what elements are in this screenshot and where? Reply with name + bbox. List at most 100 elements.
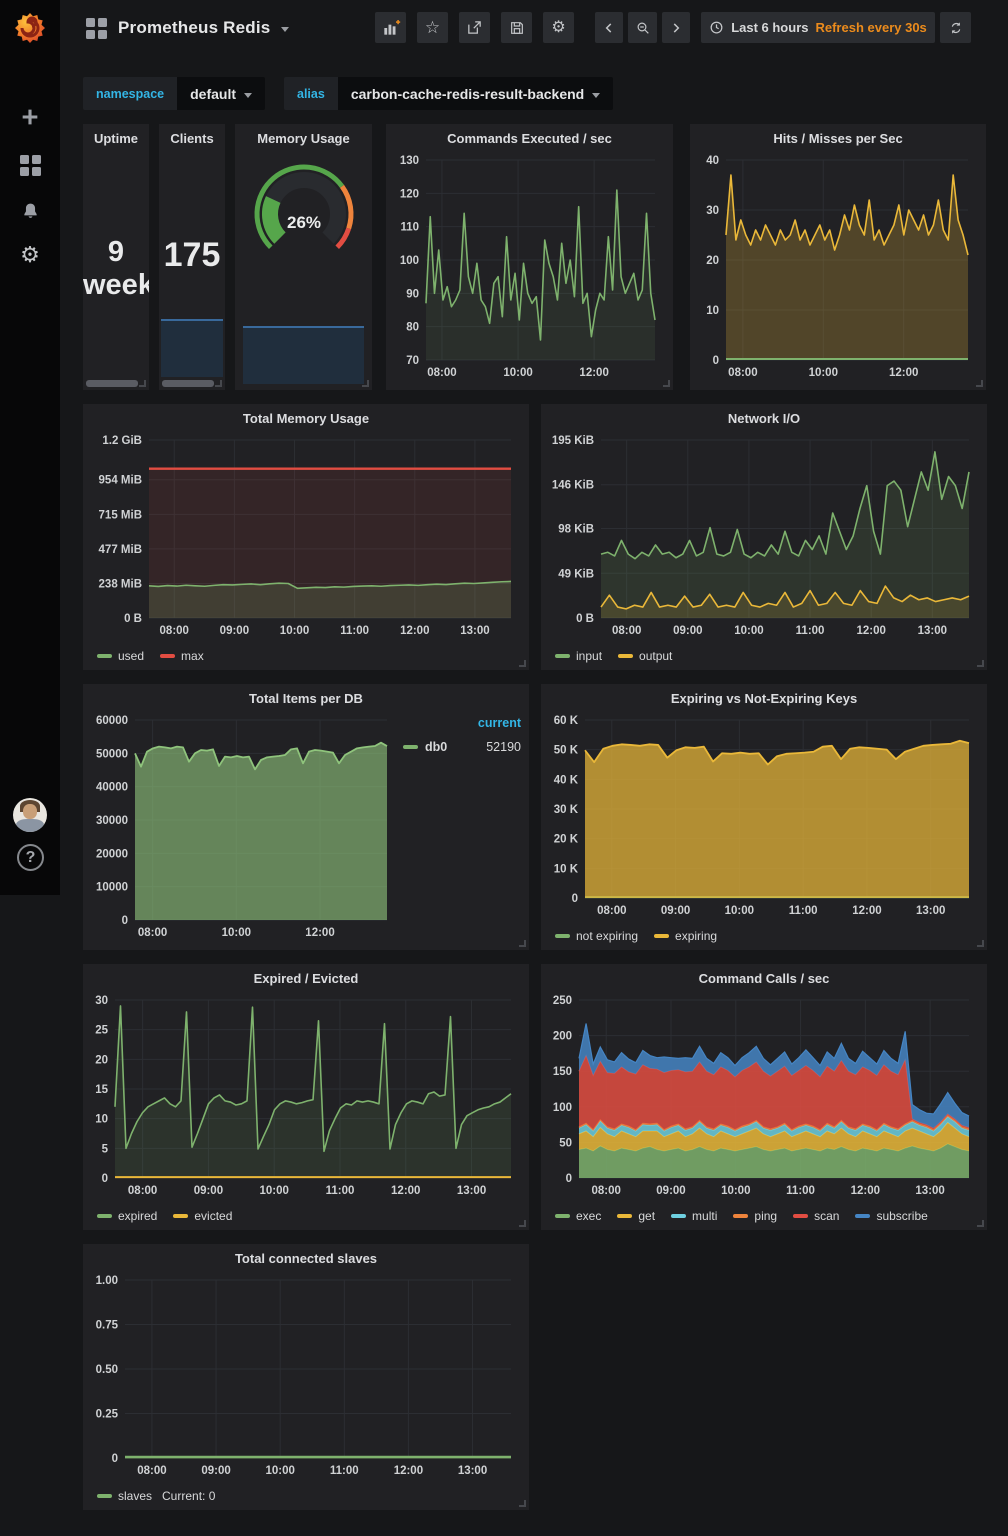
namespace-dropdown[interactable]: namespace default (83, 77, 265, 110)
zoom-out-button[interactable] (628, 12, 657, 43)
legend-item-expired[interactable]: expired (97, 1209, 157, 1223)
svg-text:0: 0 (102, 1173, 108, 1185)
panel-command-calls: Command Calls / sec 08:0009:0010:0011:00… (541, 964, 987, 1230)
network-io-chart[interactable]: 08:0009:0010:0011:0012:0013:000 B49 KiB9… (547, 432, 981, 640)
resize-handle[interactable] (519, 940, 526, 947)
legend-item-used[interactable]: used (97, 649, 144, 663)
panel-title[interactable]: Memory Usage (235, 131, 372, 146)
panel-memory-usage: Memory Usage 26% (235, 124, 372, 390)
legend-item-not-expiring[interactable]: not expiring (555, 929, 638, 943)
h-scrollbar[interactable] (86, 380, 138, 387)
svg-text:20 K: 20 K (554, 834, 579, 846)
refresh-button[interactable] (940, 12, 971, 43)
dashboard-title-dropdown[interactable]: Prometheus Redis (86, 0, 289, 56)
legend-color-dash (173, 1214, 188, 1218)
time-range-picker[interactable]: Last 6 hours Refresh every 30s (701, 12, 935, 43)
legend-item-evicted[interactable]: evicted (173, 1209, 232, 1223)
save-button[interactable] (501, 12, 532, 43)
total-memory-chart[interactable]: 08:0009:0010:0011:0012:0013:000 B238 MiB… (89, 432, 523, 640)
legend-item-max[interactable]: max (160, 649, 204, 663)
alerting-bell-icon[interactable] (0, 194, 60, 228)
svg-text:12:00: 12:00 (852, 905, 881, 917)
svg-text:10:00: 10:00 (734, 625, 763, 637)
panel-title[interactable]: Hits / Misses per Sec (690, 131, 986, 146)
legend-current-header[interactable]: current (403, 716, 521, 730)
legend-label: not expiring (576, 929, 638, 943)
resize-handle[interactable] (215, 380, 222, 387)
legend-item-scan[interactable]: scan (793, 1209, 839, 1223)
resize-handle[interactable] (519, 1220, 526, 1227)
resize-handle[interactable] (977, 940, 984, 947)
panel-hits-misses: Hits / Misses per Sec 08:0010:0012:00010… (690, 124, 986, 390)
resize-handle[interactable] (977, 660, 984, 667)
svg-text:80: 80 (406, 322, 419, 334)
items-per-db-chart[interactable]: 08:0010:0012:000100002000030000400005000… (89, 712, 399, 942)
legend-item-subscribe[interactable]: subscribe (855, 1209, 927, 1223)
legend-item-db0[interactable]: db052190 (403, 740, 521, 754)
add-panel-button[interactable] (375, 12, 406, 43)
create-plus-icon[interactable] (0, 100, 60, 134)
svg-text:5: 5 (102, 1143, 109, 1155)
legend-item-slaves[interactable]: slavesCurrent: 0 (97, 1489, 215, 1503)
user-avatar[interactable] (13, 798, 47, 832)
resize-handle[interactable] (519, 660, 526, 667)
svg-text:10:00: 10:00 (280, 625, 309, 637)
resize-handle[interactable] (663, 380, 670, 387)
legend-item-input[interactable]: input (555, 649, 602, 663)
h-scrollbar[interactable] (162, 380, 214, 387)
time-forward-button[interactable] (662, 12, 690, 43)
legend-item-expiring[interactable]: expiring (654, 929, 717, 943)
grafana-logo[interactable] (12, 10, 48, 46)
help-icon[interactable]: ? (17, 844, 44, 871)
commands-executed-chart[interactable]: 08:0010:0012:00708090100110120130 (392, 152, 667, 382)
settings-gear-button[interactable]: ⚙ (543, 12, 574, 43)
svg-text:238 MiB: 238 MiB (99, 579, 142, 591)
panel-title[interactable]: Clients (159, 131, 225, 146)
resize-handle[interactable] (977, 1220, 984, 1227)
legend-color-dash (160, 654, 175, 658)
svg-text:0: 0 (566, 1173, 572, 1185)
expired-evicted-chart[interactable]: 08:0009:0010:0011:0012:0013:000510152025… (89, 992, 523, 1200)
dashboards-icon[interactable] (0, 148, 60, 182)
svg-text:13:00: 13:00 (915, 1185, 944, 1197)
legend-item-get[interactable]: get (617, 1209, 655, 1223)
panel-title[interactable]: Command Calls / sec (541, 971, 987, 986)
svg-text:0: 0 (122, 915, 128, 927)
configuration-gear-icon[interactable]: ⚙ (0, 238, 60, 272)
panel-title[interactable]: Commands Executed / sec (386, 131, 673, 146)
share-button[interactable] (459, 12, 490, 43)
svg-text:09:00: 09:00 (661, 905, 690, 917)
expiring-keys-chart[interactable]: 08:0009:0010:0011:0012:0013:00010 K20 K3… (547, 712, 981, 920)
legend-item-output[interactable]: output (618, 649, 672, 663)
svg-text:10: 10 (706, 305, 719, 317)
resize-handle[interactable] (362, 380, 369, 387)
svg-text:08:00: 08:00 (128, 1185, 157, 1197)
panel-title[interactable]: Expired / Evicted (83, 971, 529, 986)
hits-misses-chart[interactable]: 08:0010:0012:00010203040 (696, 152, 980, 382)
legend-item-ping[interactable]: ping (733, 1209, 777, 1223)
panel-title[interactable]: Total connected slaves (83, 1251, 529, 1266)
svg-text:08:00: 08:00 (612, 625, 641, 637)
alias-dropdown[interactable]: alias carbon-cache-redis-result-backend (284, 77, 613, 110)
panel-title[interactable]: Total Memory Usage (83, 411, 529, 426)
connected-slaves-chart[interactable]: 08:0009:0010:0011:0012:0013:0000.250.500… (89, 1272, 523, 1480)
legend-color-dash (97, 654, 112, 658)
panel-title[interactable]: Network I/O (541, 411, 987, 426)
panel-title[interactable]: Uptime (83, 131, 149, 146)
time-back-button[interactable] (595, 12, 623, 43)
legend-item-multi[interactable]: multi (671, 1209, 717, 1223)
star-button[interactable]: ☆ (417, 12, 448, 43)
svg-text:50 K: 50 K (554, 745, 579, 757)
legend-item-exec[interactable]: exec (555, 1209, 601, 1223)
chevron-down-icon (281, 27, 289, 32)
chart-legend: slavesCurrent: 0 (97, 1489, 215, 1503)
resize-handle[interactable] (139, 380, 146, 387)
legend-color-dash (671, 1214, 686, 1218)
panel-total-memory: Total Memory Usage 08:0009:0010:0011:001… (83, 404, 529, 670)
resize-handle[interactable] (519, 1500, 526, 1507)
panel-title[interactable]: Total Items per DB (83, 691, 529, 706)
command-calls-chart[interactable]: 08:0009:0010:0011:0012:0013:000501001502… (547, 992, 981, 1200)
svg-text:1.00: 1.00 (96, 1275, 118, 1287)
resize-handle[interactable] (976, 380, 983, 387)
panel-title[interactable]: Expiring vs Not-Expiring Keys (541, 691, 987, 706)
